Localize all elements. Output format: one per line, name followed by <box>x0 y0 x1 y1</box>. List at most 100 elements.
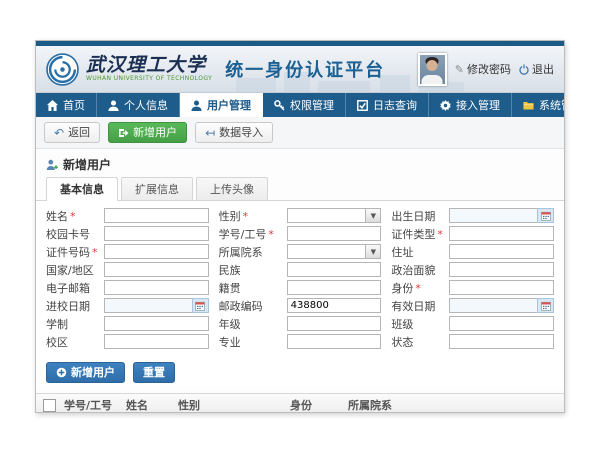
add-user-toolbar-label: 新增用户 <box>133 126 177 139</box>
chevron-down-icon[interactable]: ▼ <box>365 209 380 222</box>
back-label: 返回 <box>68 126 90 139</box>
calendar-icon[interactable] <box>192 298 209 313</box>
gear-icon <box>440 100 451 111</box>
change-password-link[interactable]: ✎ 修改密码 <box>455 61 511 77</box>
folder-icon <box>523 100 534 111</box>
section-title: 新增用户 <box>63 156 111 173</box>
field-label: 国家/地区 <box>46 262 104 278</box>
form-field-campus-card-no: 校园卡号 <box>46 226 209 241</box>
form-field-valid-date: 有效日期 <box>391 298 554 313</box>
toolbar: ↶ 返回 新增用户 ↤ 数据导入 <box>36 117 564 149</box>
data-import-label: 数据导入 <box>219 126 263 139</box>
key-icon <box>274 100 285 111</box>
field-label: 状态 <box>391 334 449 350</box>
form-field-ethnicity: 民族 <box>219 262 382 277</box>
form-field-political-status: 政治面貌 <box>391 262 554 277</box>
postal-code-input[interactable] <box>287 298 382 313</box>
campus-input[interactable] <box>104 334 209 349</box>
birth-date-input[interactable] <box>449 208 537 223</box>
power-icon <box>519 64 529 75</box>
table-header-cell: 姓名 <box>126 397 178 412</box>
table-header-cell: 身份 <box>290 397 348 412</box>
tab-extended-info[interactable]: 扩展信息 <box>121 177 193 200</box>
pencil-icon: ✎ <box>455 63 464 76</box>
grade-input[interactable] <box>287 316 382 331</box>
nav-item-personal-info[interactable]: 个人信息 <box>97 93 180 117</box>
field-label: 性别* <box>219 208 287 224</box>
required-asterisk: * <box>70 210 76 223</box>
nav-item-permission-management[interactable]: 权限管理 <box>263 93 346 117</box>
page: 武汉理工大学 WUHAN UNIVERSITY OF TECHNOLOGY 统一… <box>0 0 600 450</box>
country-region-input[interactable] <box>104 262 209 277</box>
gender-select[interactable]: ▼ <box>287 208 382 223</box>
field-label: 学制 <box>46 316 104 332</box>
back-arrow-icon: ↶ <box>54 127 64 139</box>
valid-date-input[interactable] <box>449 298 537 313</box>
department-select[interactable]: ▼ <box>287 244 382 259</box>
submit-label: 新增用户 <box>71 366 115 379</box>
required-asterisk: * <box>243 210 249 223</box>
nav-item-log-query[interactable]: 日志查询 <box>346 93 429 117</box>
email-input[interactable] <box>104 280 209 295</box>
id-number-input[interactable] <box>104 244 209 259</box>
identity-input[interactable] <box>449 280 554 295</box>
required-asterisk: * <box>268 228 274 241</box>
back-button[interactable]: ↶ 返回 <box>44 122 100 143</box>
address-input[interactable] <box>449 244 554 259</box>
add-user-toolbar-button[interactable]: 新增用户 <box>108 122 187 143</box>
field-label: 专业 <box>219 334 287 350</box>
data-import-button[interactable]: ↤ 数据导入 <box>195 122 273 143</box>
field-label: 姓名* <box>46 208 104 224</box>
major-input[interactable] <box>287 334 382 349</box>
field-label: 电子邮箱 <box>46 280 104 296</box>
app-body: ↶ 返回 新增用户 ↤ 数据导入 新增用户 <box>36 117 564 412</box>
enroll-date-input[interactable] <box>104 298 192 313</box>
user-icon <box>191 100 202 111</box>
name-input[interactable] <box>104 208 209 223</box>
avatar-shirt <box>422 75 443 85</box>
table-header-cell: 学号/工号 <box>64 397 126 412</box>
valid-date-date-field <box>449 298 554 313</box>
nav-item-label: 接入管理 <box>456 97 500 113</box>
nav-item-label: 个人信息 <box>124 97 168 113</box>
form-field-address: 住址 <box>391 244 554 259</box>
field-label: 证件类型* <box>391 226 449 242</box>
political-status-input[interactable] <box>449 262 554 277</box>
user-icon <box>108 100 119 111</box>
status-input[interactable] <box>449 334 554 349</box>
campus-card-no-input[interactable] <box>104 226 209 241</box>
tab-basic-info[interactable]: 基本信息 <box>46 177 118 201</box>
required-asterisk: * <box>415 282 421 295</box>
field-label: 政治面貌 <box>391 262 449 278</box>
table-header-cell: 所属院系 <box>348 397 564 412</box>
ethnicity-input[interactable] <box>287 262 382 277</box>
form-field-birth-date: 出生日期 <box>391 208 554 223</box>
calendar-icon[interactable] <box>537 208 554 223</box>
class-input[interactable] <box>449 316 554 331</box>
student-no-input[interactable] <box>287 226 382 241</box>
form-field-name: 姓名* <box>46 208 209 223</box>
id-type-input[interactable] <box>449 226 554 241</box>
avatar-face <box>427 60 438 71</box>
schooling-length-input[interactable] <box>104 316 209 331</box>
form-field-status: 状态 <box>391 334 554 349</box>
nav-item-user-management[interactable]: 用户管理 <box>180 93 263 117</box>
tab-upload-avatar[interactable]: 上传头像 <box>196 177 268 200</box>
nav-item-access-management[interactable]: 接入管理 <box>429 93 512 117</box>
field-label: 证件号码* <box>46 244 104 260</box>
nav-item-label: 首页 <box>63 97 85 113</box>
reset-button[interactable]: 重置 <box>133 362 175 383</box>
submit-add-user-button[interactable]: 新增用户 <box>46 362 125 383</box>
nav-item-label: 用户管理 <box>207 97 251 113</box>
chevron-down-icon[interactable]: ▼ <box>365 245 380 258</box>
nav-item-system-management[interactable]: 系统管理 <box>512 93 565 117</box>
calendar-icon[interactable] <box>537 298 554 313</box>
native-place-input[interactable] <box>287 280 382 295</box>
logout-link[interactable]: 退出 <box>519 61 554 77</box>
nav-item-label: 系统管理 <box>539 97 565 113</box>
field-label: 班级 <box>391 316 449 332</box>
field-label: 身份* <box>391 280 449 296</box>
nav-item-home[interactable]: 首页 <box>36 93 97 117</box>
main-nav: 首页个人信息用户管理权限管理日志查询接入管理系统管理订阅管理 <box>36 93 564 117</box>
select-all-checkbox[interactable] <box>43 399 56 412</box>
